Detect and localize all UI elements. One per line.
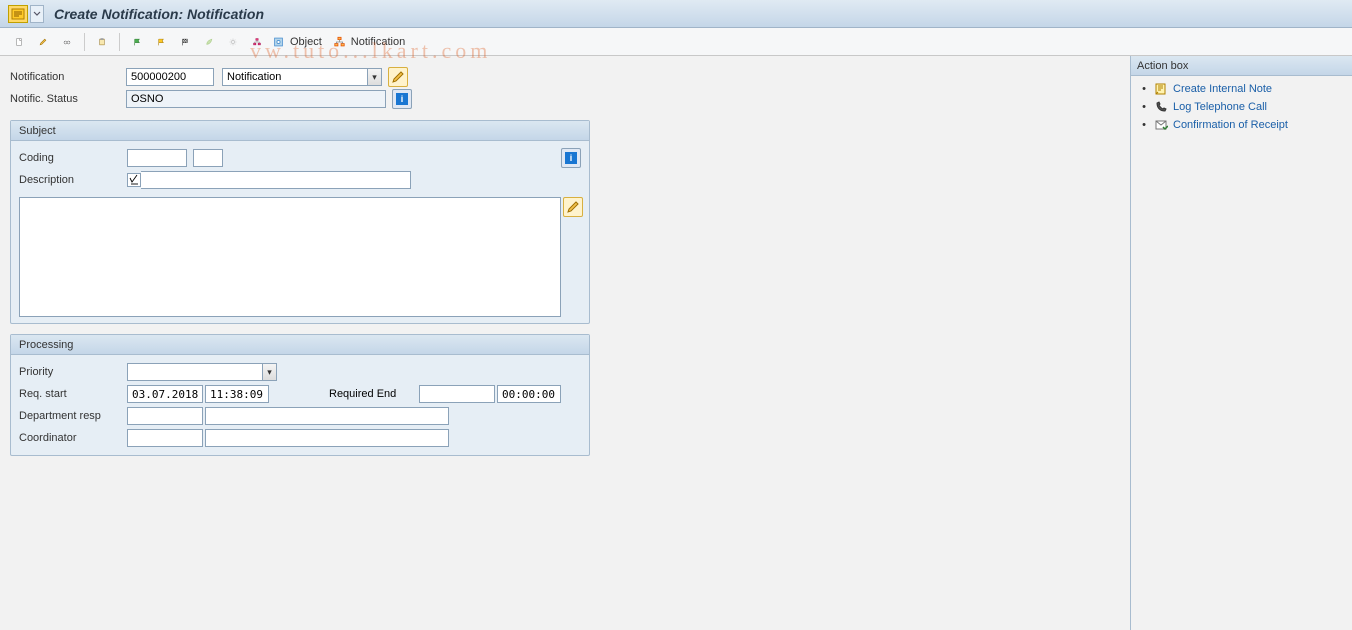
notification-type-dropdown[interactable]: Notification ▾ — [222, 68, 382, 86]
action-label: Create Internal Note — [1173, 83, 1272, 95]
req-start-time-input[interactable] — [205, 385, 269, 403]
coding-input-2[interactable] — [193, 149, 223, 167]
subject-group-title: Subject — [11, 121, 589, 141]
notification-label: Notification — [10, 71, 126, 83]
longtext-edit-button[interactable] — [563, 197, 583, 217]
chevron-down-icon: ▾ — [367, 69, 381, 85]
edit-button[interactable] — [32, 32, 54, 52]
coding-input-1[interactable] — [127, 149, 187, 167]
gear-button[interactable] — [222, 32, 244, 52]
status-input — [126, 90, 386, 108]
chevron-down-icon: ▾ — [262, 364, 276, 380]
org-icon — [334, 35, 348, 49]
notification-type-selected: Notification — [227, 71, 281, 83]
new-document-button[interactable] — [8, 32, 30, 52]
svg-text:i: i — [570, 153, 573, 163]
action-log-telephone-call[interactable]: • Log Telephone Call — [1139, 98, 1344, 116]
processing-group-title: Processing — [11, 335, 589, 355]
coding-label: Coding — [19, 152, 127, 164]
subject-group: Subject Coding i Description — [10, 120, 590, 324]
status-label: Notific. Status — [10, 93, 126, 105]
object-button[interactable]: Object — [270, 32, 329, 52]
left-pane: Notification Notification ▾ Notific. Sta… — [0, 56, 1130, 630]
receipt-icon — [1153, 118, 1169, 132]
action-create-internal-note[interactable]: • Create Internal Note — [1139, 80, 1344, 98]
processing-group: Processing Priority ▾ Req. start Require… — [10, 334, 590, 456]
priority-dropdown[interactable]: ▾ — [127, 363, 277, 381]
description-input[interactable] — [141, 171, 411, 189]
required-end-time-input[interactable] — [497, 385, 561, 403]
coding-info-button[interactable]: i — [561, 148, 581, 168]
application-toolbar: Object Notification vw.tuto...lkart.com — [0, 28, 1352, 56]
notification-button-label: Notification — [351, 36, 405, 48]
dept-resp-input-1[interactable] — [127, 407, 203, 425]
app-icon — [8, 5, 28, 23]
notification-edit-button[interactable] — [388, 67, 408, 87]
longtext-wrap — [19, 197, 581, 317]
notification-number-input[interactable] — [126, 68, 214, 86]
structure-pink-button[interactable] — [246, 32, 268, 52]
glasses-button[interactable] — [56, 32, 78, 52]
action-box-title: Action box — [1131, 56, 1352, 76]
flag-checkered-button[interactable] — [174, 32, 196, 52]
flag-green-button[interactable] — [126, 32, 148, 52]
page-title: Create Notification: Notification — [54, 6, 264, 22]
coding-row: Coding i — [19, 147, 581, 169]
required-end-date-input[interactable] — [419, 385, 495, 403]
clipboard-button[interactable] — [91, 32, 113, 52]
status-row: Notific. Status i — [10, 88, 1120, 110]
menu-dropdown-button[interactable] — [30, 5, 44, 23]
titlebar: Create Notification: Notification — [0, 0, 1352, 28]
req-start-date-input[interactable] — [127, 385, 203, 403]
notification-button[interactable]: Notification — [331, 32, 412, 52]
svg-text:i: i — [401, 94, 404, 104]
leaf-button[interactable] — [198, 32, 220, 52]
dept-resp-input-2[interactable] — [205, 407, 449, 425]
dept-resp-label: Department resp — [19, 410, 127, 422]
coordinator-input-2[interactable] — [205, 429, 449, 447]
flag-yellow-button[interactable] — [150, 32, 172, 52]
work-area: Notification Notification ▾ Notific. Sta… — [0, 56, 1352, 630]
action-label: Confirmation of Receipt — [1173, 119, 1288, 131]
coordinator-input-1[interactable] — [127, 429, 203, 447]
long-text-area[interactable] — [19, 197, 561, 317]
description-label: Description — [19, 174, 127, 186]
coordinator-label: Coordinator — [19, 432, 127, 444]
action-confirmation-of-receipt[interactable]: • Confirmation of Receipt — [1139, 116, 1344, 134]
action-label: Log Telephone Call — [1173, 101, 1267, 113]
phone-icon — [1153, 100, 1169, 114]
action-box-list: • Create Internal Note • Log Telephone C… — [1131, 76, 1352, 138]
object-button-label: Object — [290, 36, 322, 48]
notification-row: Notification Notification ▾ — [10, 66, 1120, 88]
description-row: Description — [19, 169, 581, 191]
priority-label: Priority — [19, 366, 127, 378]
status-info-button[interactable]: i — [392, 89, 412, 109]
req-start-label: Req. start — [19, 388, 127, 400]
action-box-pane: Action box • Create Internal Note • Log … — [1130, 56, 1352, 630]
object-icon — [273, 35, 287, 49]
note-icon — [1153, 82, 1169, 96]
required-end-label: Required End — [329, 388, 419, 400]
